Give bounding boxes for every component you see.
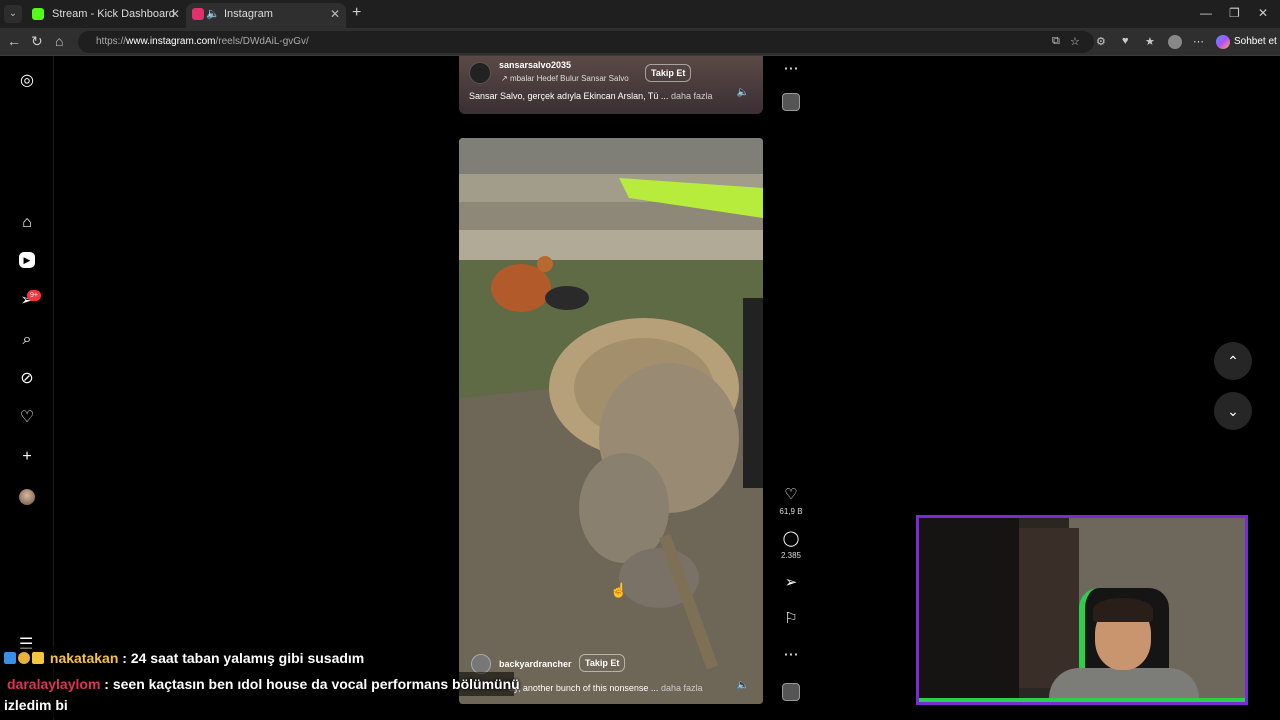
current-reel-caption-text: ay, another bunch of this nonsense ...: [509, 683, 659, 693]
share-action[interactable]: ➢: [774, 574, 808, 592]
comment-icon[interactable]: ◯: [774, 530, 808, 548]
like-action[interactable]: ♡ 61,9 B: [774, 486, 808, 516]
like-count: 61,9 B: [779, 507, 803, 516]
restore-icon[interactable]: ❐: [1229, 6, 1240, 20]
cam-background-dark: [919, 518, 1019, 702]
instagram-favicon-icon: [192, 8, 204, 20]
tab-title: Instagram: [224, 8, 273, 20]
save-action[interactable]: ⚐: [774, 610, 808, 628]
previous-reel[interactable]: sansarsalvo2035 ↗ mbalar Hedef Bulur San…: [459, 56, 763, 114]
url-path: /reels/DWdAiL-gvGv/: [215, 36, 309, 47]
current-reel-avatar[interactable]: [471, 654, 491, 674]
cam-shelf: [1019, 528, 1079, 688]
mute-icon[interactable]: 🔈: [737, 87, 749, 98]
chat-text: : 24 saat taban yalamış gibi susadım: [122, 650, 365, 666]
favorite-star-icon[interactable]: ☆: [1070, 35, 1080, 48]
chat-badge-icon: [4, 652, 16, 664]
tab-actions-menu-button[interactable]: ⌄: [4, 5, 22, 23]
refresh-icon[interactable]: ↻: [31, 33, 43, 50]
reels-icon[interactable]: ▶: [19, 252, 35, 268]
browser-tab-bar: ⌄ Stream - Kick Dashboard ✕ 🔈 Instagram …: [0, 0, 1280, 28]
heart-icon[interactable]: ♡: [774, 486, 808, 504]
previous-reel-avatar[interactable]: [469, 62, 491, 84]
open-in-app-icon[interactable]: ⧉: [1052, 35, 1060, 48]
hand-cursor-icon: ☝: [610, 582, 628, 598]
favorites-bar-icon[interactable]: ★: [1145, 35, 1155, 48]
instagram-sidebar: ◎ ⌂ ▶ ➢ 9+ ⌕ ⊘ ♡ +: [0, 56, 54, 720]
webcam-overlay: [916, 515, 1248, 705]
share-icon[interactable]: ➢: [774, 574, 808, 592]
previous-reel-audio[interactable]: ↗ mbalar Hedef Bulur Sansar Salvo: [501, 74, 629, 83]
previous-reel-audio-label: mbalar Hedef Bulur Sansar Salvo: [509, 74, 629, 83]
chat-message: nakatakan : 24 saat taban yalamış gibi s…: [4, 650, 364, 666]
previous-reel-username[interactable]: sansarsalvo2035: [499, 60, 571, 70]
chat-username: nakatakan: [49, 650, 119, 666]
browser-profile-icon[interactable]: [1168, 35, 1182, 49]
current-reel-follow-button[interactable]: Takip Et: [579, 654, 626, 672]
chat-message: izledim bi: [4, 697, 68, 713]
extensions-icon[interactable]: ⚙: [1096, 35, 1106, 48]
copilot-label: Sohbet et: [1234, 36, 1277, 47]
close-tab-icon[interactable]: ✕: [330, 3, 340, 25]
kick-favicon-icon: [32, 8, 44, 20]
tab-title: Stream - Kick Dashboard: [52, 8, 175, 20]
home-icon[interactable]: ⌂: [17, 213, 37, 233]
current-reel-audio-thumbnail[interactable]: [782, 683, 800, 701]
cam-streamer-hair: [1093, 598, 1153, 622]
previous-reel-more-link[interactable]: daha fazla: [671, 91, 713, 101]
close-tab-icon[interactable]: ✕: [170, 3, 180, 25]
home-browser-icon[interactable]: ⌂: [55, 33, 63, 49]
messages-badge: 9+: [27, 290, 41, 301]
chat-text: izledim bi: [4, 697, 68, 713]
chat-text: : seen kaçtasın ben ıdol house da vocal …: [104, 676, 520, 692]
current-reel-caption: ay, another bunch of this nonsense ... d…: [509, 683, 703, 693]
previous-reel-caption: Sansar Salvo, gerçek adıyla Ekincan Arsl…: [469, 91, 713, 101]
explore-icon[interactable]: ⊘: [17, 369, 37, 389]
previous-reel-audio-thumbnail[interactable]: [782, 93, 800, 111]
url-field[interactable]: https://www.instagram.com/reels/DWdAiL-g…: [78, 31, 1094, 53]
mute-icon[interactable]: 🔈: [737, 680, 749, 691]
chat-username: daralaylaylom: [7, 676, 101, 692]
reel-video-frame: [459, 138, 763, 704]
chat-badge-icon: [18, 652, 30, 664]
settings-more-icon[interactable]: ⋯: [1193, 35, 1204, 48]
previous-reel-nav-button[interactable]: ⌃: [1214, 342, 1252, 380]
current-reel-video[interactable]: backyardrancher Takip Et ay, another bun…: [459, 138, 763, 704]
profile-avatar[interactable]: [19, 489, 35, 505]
previous-reel-caption-text: Sansar Salvo, gerçek adıyla Ekincan Arsl…: [469, 91, 669, 101]
previous-reel-options-icon[interactable]: ⋯: [774, 60, 808, 78]
notifications-heart-icon[interactable]: ♡: [17, 408, 37, 428]
url-host: www.instagram.com: [126, 36, 216, 47]
reel-options-icon[interactable]: ⋯: [774, 646, 808, 664]
close-window-icon[interactable]: ✕: [1258, 6, 1268, 20]
browser-essentials-icon[interactable]: ♥: [1122, 35, 1129, 47]
cam-frame-accent: [919, 698, 1245, 702]
previous-reel-follow-button[interactable]: Takip Et: [645, 64, 692, 82]
tab-instagram[interactable]: 🔈 Instagram ✕: [186, 3, 346, 28]
copilot-icon: [1216, 35, 1230, 49]
search-icon[interactable]: ⌕: [17, 330, 37, 350]
copilot-chat-button[interactable]: Sohbet et: [1214, 33, 1277, 51]
chat-message: daralaylaylom : seen kaçtasın ben ıdol h…: [7, 676, 520, 692]
current-reel-more-link[interactable]: daha fazla: [661, 683, 703, 693]
url-scheme: https://: [96, 36, 127, 47]
next-reel-nav-button[interactable]: ⌄: [1214, 392, 1252, 430]
bookmark-icon[interactable]: ⚐: [774, 610, 808, 628]
comment-action[interactable]: ◯ 2.385: [774, 530, 808, 560]
speaker-icon[interactable]: 🔈: [206, 3, 220, 25]
create-plus-icon[interactable]: +: [17, 447, 37, 467]
new-tab-button[interactable]: +: [352, 4, 361, 22]
minimize-icon[interactable]: —: [1200, 6, 1212, 20]
comment-count: 2.385: [780, 551, 802, 560]
tab-kick-dashboard[interactable]: Stream - Kick Dashboard ✕: [26, 3, 186, 28]
back-icon[interactable]: ←: [7, 33, 21, 49]
chat-badge-icon: [32, 652, 44, 664]
instagram-logo-icon[interactable]: ◎: [17, 71, 37, 91]
current-reel-username[interactable]: backyardrancher: [499, 659, 572, 669]
address-toolbar: ← ↻ ⌂ https://www.instagram.com/reels/DW…: [0, 28, 1280, 56]
